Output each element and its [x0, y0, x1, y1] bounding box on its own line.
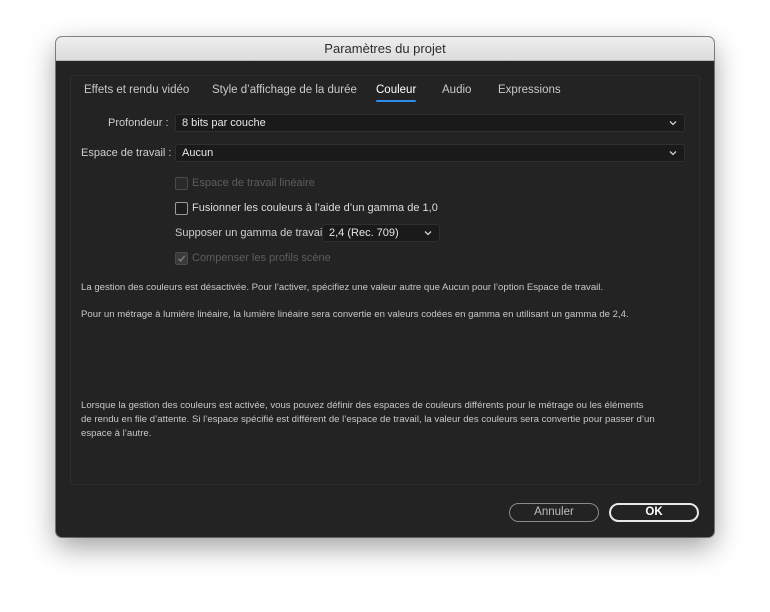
footer-info-line-3: espace à l’autre.	[81, 428, 152, 439]
working-space-select[interactable]: Aucun	[175, 144, 685, 162]
cancel-button[interactable]: Annuler	[509, 503, 599, 522]
title-bar[interactable]: Paramètres du projet	[56, 37, 714, 61]
blend-gamma-label: Fusionner les couleurs à l’aide d’un gam…	[192, 202, 438, 214]
linear-light-info-text: Pour un métrage à lumière linéaire, la l…	[81, 309, 629, 320]
tab-audio[interactable]: Audio	[442, 83, 471, 97]
depth-select[interactable]: 8 bits par couche	[175, 114, 685, 132]
chevron-down-icon	[669, 151, 677, 156]
footer-info-line-1: Lorsque la gestion des couleurs est acti…	[81, 400, 644, 411]
gamma-value: 2,4 (Rec. 709)	[329, 227, 399, 239]
compensate-checkbox[interactable]	[175, 252, 188, 265]
working-space-value: Aucun	[182, 147, 214, 159]
tab-effects-rendering[interactable]: Effets et rendu vidéo	[84, 83, 189, 97]
compensate-label: Compenser les profils scène	[192, 252, 331, 264]
blend-gamma-checkbox[interactable]	[175, 202, 188, 215]
gamma-select[interactable]: 2,4 (Rec. 709)	[322, 224, 440, 242]
footer-info-line-2: de rendu en file d’attente. Si l’espace …	[81, 414, 655, 425]
project-settings-dialog: Paramètres du projet Effets et rendu vid…	[56, 37, 714, 537]
ok-button[interactable]: OK	[609, 503, 699, 522]
linearize-label: Espace de travail linéaire	[192, 177, 315, 189]
linearize-checkbox[interactable]	[175, 177, 188, 190]
tab-time-display-style[interactable]: Style d’affichage de la durée	[212, 83, 357, 97]
depth-label: Profondeur :	[108, 117, 169, 129]
chevron-down-icon	[424, 231, 432, 236]
window-title: Paramètres du projet	[324, 41, 446, 56]
checkmark-icon	[177, 255, 186, 263]
tab-expressions[interactable]: Expressions	[498, 83, 561, 97]
working-space-label: Espace de travail :	[81, 147, 172, 159]
tab-color[interactable]: Couleur	[376, 83, 417, 102]
chevron-down-icon	[669, 121, 677, 126]
color-management-status-text: La gestion des couleurs est désactivée. …	[81, 282, 604, 293]
gamma-label: Supposer un gamma de travail :	[175, 227, 331, 239]
depth-value: 8 bits par couche	[182, 117, 266, 129]
